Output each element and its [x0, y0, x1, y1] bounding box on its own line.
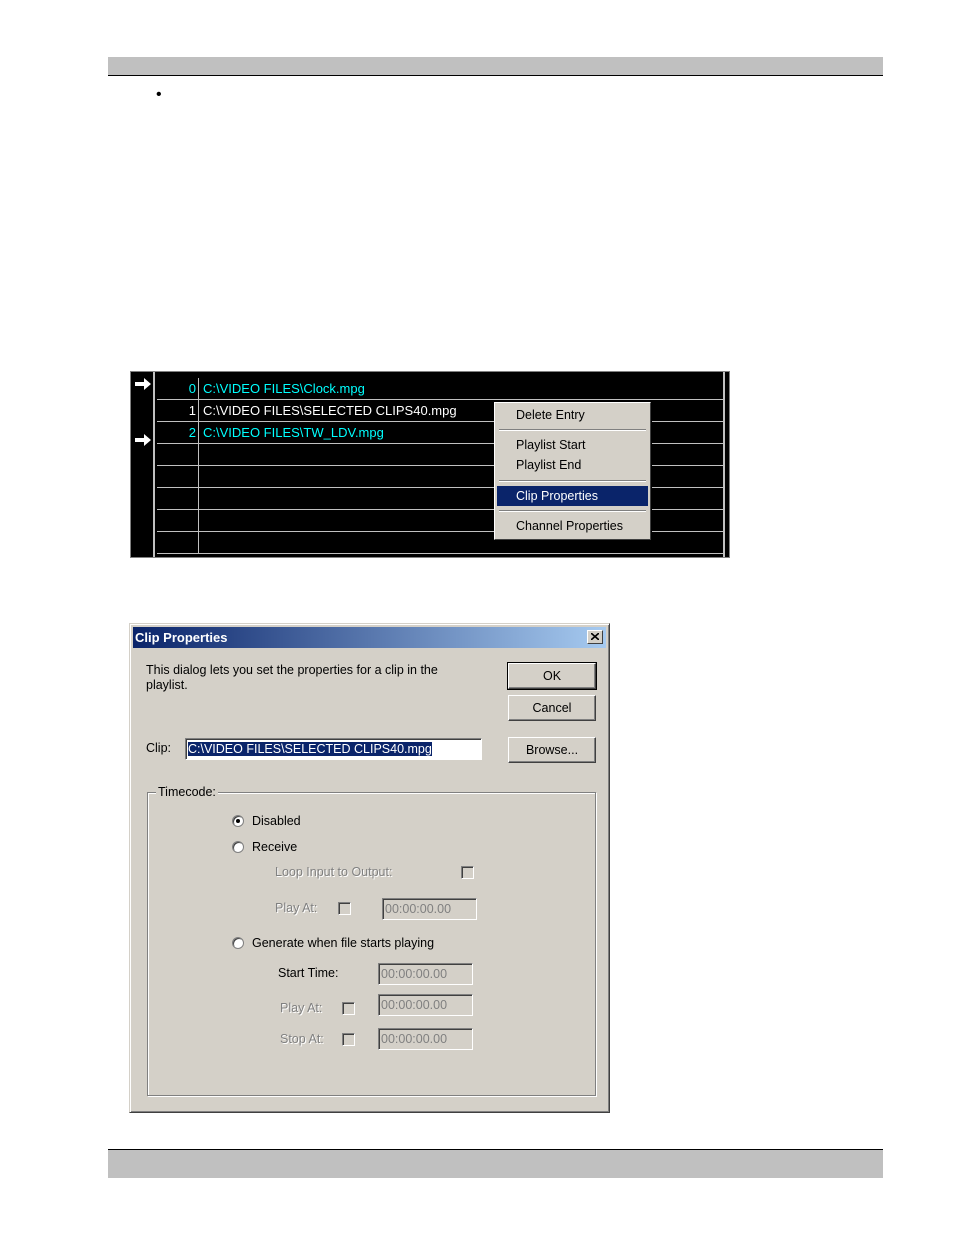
disabled-radio[interactable] [232, 815, 244, 827]
menu-separator [499, 429, 646, 431]
stop-at-input[interactable]: 00:00:00.00 [378, 1028, 473, 1050]
context-menu: Delete Entry Playlist Start Playlist End… [494, 402, 651, 540]
clip-properties-dialog: Clip Properties This dialog lets you set… [129, 623, 610, 1113]
row-index: 1 [157, 400, 199, 421]
start-time-input[interactable]: 00:00:00.00 [378, 963, 473, 985]
timecode-group-label: Timecode: [156, 785, 218, 800]
receive-play-at-label: Play At: [275, 901, 318, 915]
row-index [157, 510, 199, 531]
disabled-label[interactable]: Disabled [252, 814, 301, 828]
stop-at-checkbox[interactable] [342, 1033, 355, 1046]
receive-play-at-input[interactable]: 00:00:00.00 [382, 898, 477, 920]
clip-path-input[interactable]: C:\VIDEO FILES\SELECTED CLIPS40.mpg [185, 738, 482, 760]
close-button[interactable] [587, 630, 603, 644]
playlist-gutter [131, 372, 155, 557]
menu-item-channel-properties[interactable]: Channel Properties [497, 516, 648, 536]
bullet-point: • [156, 86, 162, 103]
dialog-description: This dialog lets you set the properties … [146, 663, 438, 692]
row-index [157, 532, 199, 553]
clip-path-value: C:\VIDEO FILES\SELECTED CLIPS40.mpg [188, 742, 432, 756]
right-arrow-icon [135, 378, 151, 390]
loop-input-label: Loop Input to Output: [275, 865, 393, 879]
menu-separator [499, 510, 646, 512]
row-path: C:\VIDEO FILES\SELECTED CLIPS40.mpg [203, 403, 457, 418]
generate-play-at-label: Play At: [280, 1001, 323, 1015]
timecode-group: Timecode: Disabled Receive Loop Input to… [147, 785, 596, 1096]
row-index: 0 [157, 378, 199, 399]
receive-radio[interactable] [232, 841, 244, 853]
ok-button[interactable]: OK [507, 662, 597, 690]
generate-label[interactable]: Generate when file starts playing [252, 936, 434, 950]
generate-radio[interactable] [232, 937, 244, 949]
menu-item-delete-entry[interactable]: Delete Entry [497, 405, 648, 425]
row-path: C:\VIDEO FILES\Clock.mpg [203, 381, 365, 396]
playlist-border-right [723, 372, 725, 557]
receive-label[interactable]: Receive [252, 840, 297, 854]
close-icon [590, 632, 600, 641]
menu-separator [499, 480, 646, 482]
right-arrow-icon [135, 434, 151, 446]
loop-input-checkbox[interactable] [461, 866, 474, 879]
start-time-label: Start Time: [278, 966, 339, 980]
row-index: 2 [157, 422, 199, 443]
dialog-title: Clip Properties [135, 630, 228, 645]
playlist-row[interactable]: 0 C:\VIDEO FILES\Clock.mpg [157, 378, 723, 400]
header-band [108, 57, 883, 76]
generate-play-at-checkbox[interactable] [342, 1002, 355, 1015]
browse-button[interactable]: Browse... [508, 737, 596, 763]
row-index [157, 488, 199, 509]
dialog-titlebar[interactable]: Clip Properties [133, 627, 606, 648]
menu-item-clip-properties[interactable]: Clip Properties [497, 486, 648, 506]
clip-label: Clip: [146, 741, 172, 755]
footer-band [108, 1149, 883, 1178]
stop-at-label: Stop At: [280, 1032, 324, 1046]
menu-item-playlist-end[interactable]: Playlist End [497, 455, 648, 475]
row-index [157, 466, 199, 487]
row-path: C:\VIDEO FILES\TW_LDV.mpg [203, 425, 384, 440]
row-index [157, 444, 199, 465]
menu-item-playlist-start[interactable]: Playlist Start [497, 435, 648, 455]
receive-play-at-checkbox[interactable] [338, 902, 351, 915]
generate-play-at-input[interactable]: 00:00:00.00 [378, 994, 473, 1016]
cancel-button[interactable]: Cancel [508, 695, 596, 721]
